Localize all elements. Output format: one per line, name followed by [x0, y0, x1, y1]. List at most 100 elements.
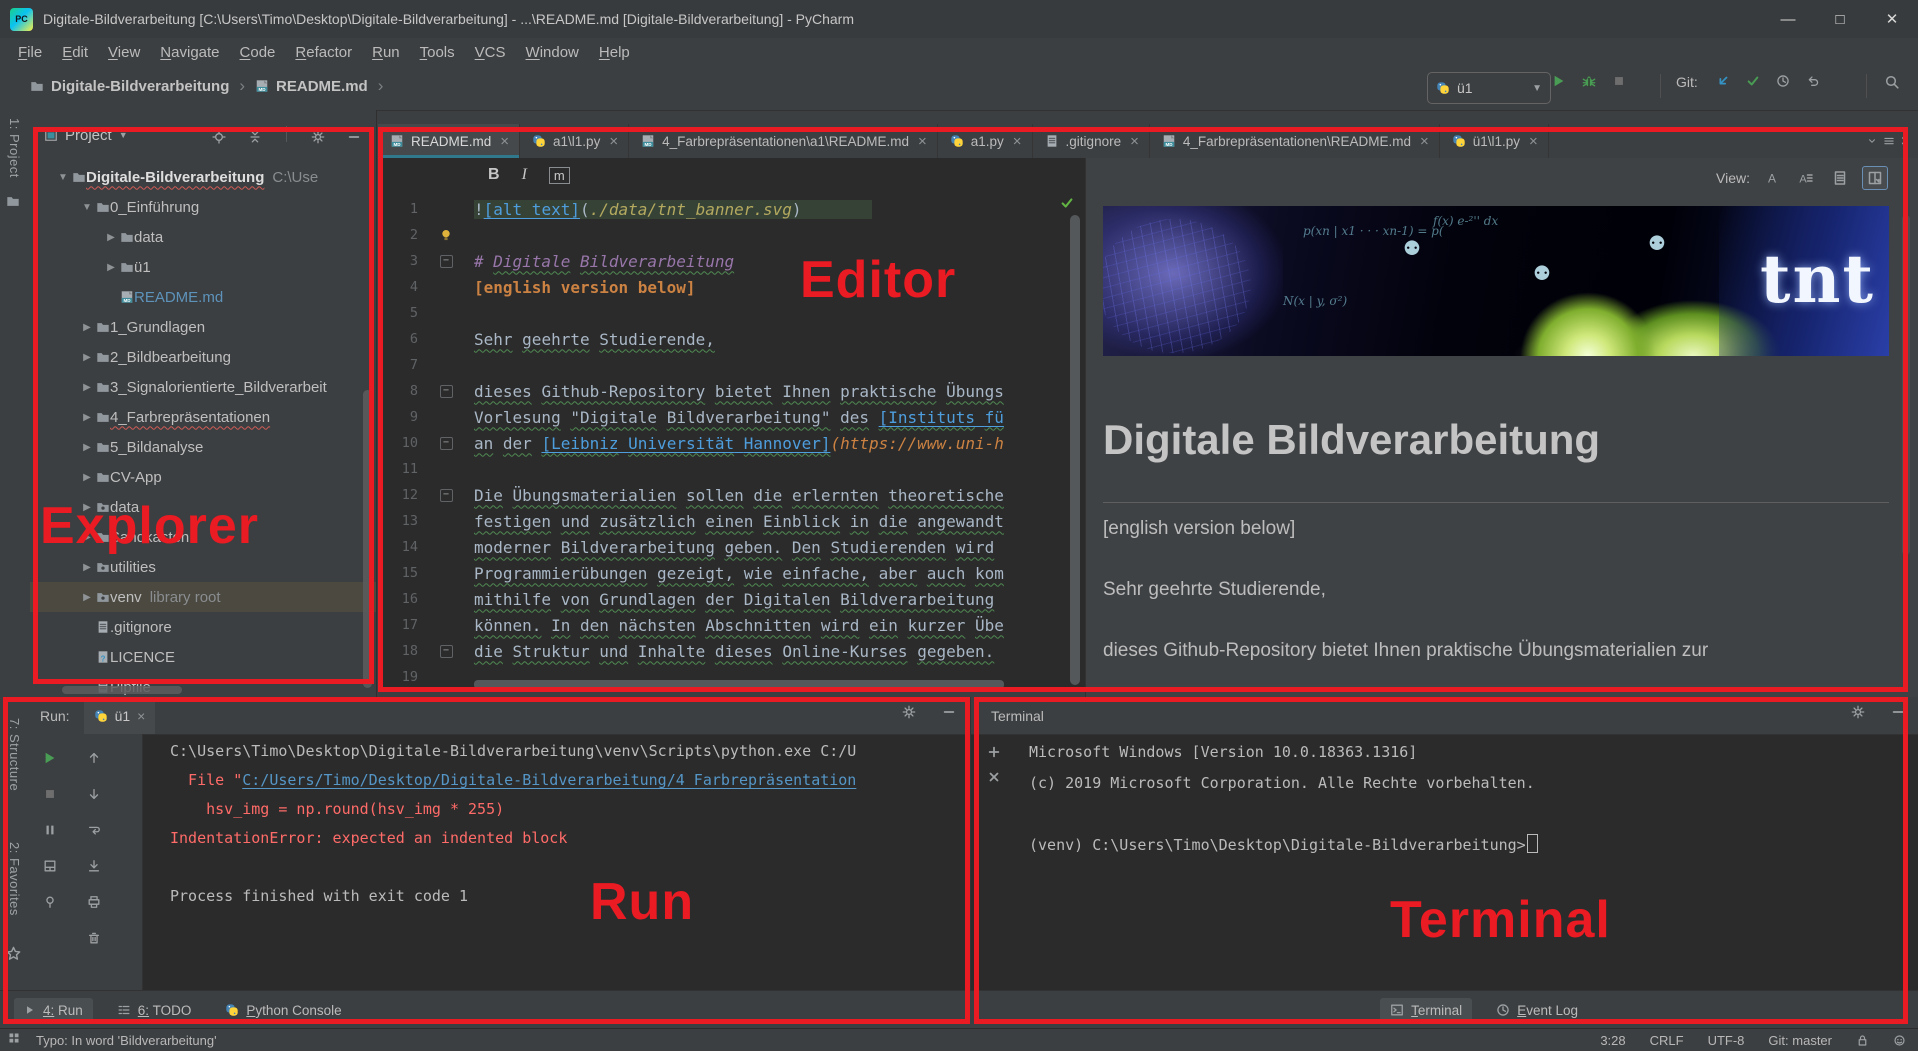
terminal-settings-icon[interactable] — [1851, 705, 1865, 719]
bold-button[interactable]: B — [488, 166, 500, 184]
editor-tab-readme-md[interactable]: MDREADME.md× — [378, 124, 520, 158]
editor-line[interactable]: 7 — [378, 352, 1085, 378]
clear-all-icon[interactable] — [87, 925, 101, 950]
git-commit-icon[interactable] — [1746, 74, 1760, 88]
terminal-output[interactable]: Microsoft Windows [Version 10.0.18363.13… — [1029, 737, 1538, 861]
editor-line[interactable]: 6Sehr geehrte Studierende, — [378, 326, 1085, 352]
editor-line[interactable]: 9Vorlesung "Digitale Bildverarbeitung" d… — [378, 404, 1085, 430]
tree-item-utilities[interactable]: ▶utilities — [30, 552, 376, 582]
close-tab-icon[interactable]: × — [918, 133, 927, 150]
tree-item-readme-md[interactable]: MDREADME.md — [30, 282, 376, 312]
stripe-button-favorites[interactable]: 2: Favorites — [7, 842, 22, 916]
run-button-icon[interactable] — [1552, 74, 1566, 88]
preview-scrollbar[interactable] — [1902, 215, 1910, 555]
editor-tab-4-farbrepr-sentationen-a1-readme-md[interactable]: MD4_Farbrepräsentationen\a1\README.md× — [629, 124, 938, 158]
close-tab-icon[interactable]: × — [1013, 133, 1022, 150]
scroll-to-end-icon[interactable] — [87, 853, 101, 878]
code-button[interactable]: m — [549, 167, 570, 184]
close-session-icon[interactable] — [987, 770, 1001, 784]
tree-item-1-grundlagen[interactable]: ▶1_Grundlagen — [30, 312, 376, 342]
menu-navigate[interactable]: Navigate — [150, 41, 229, 64]
stripe-button-structure[interactable]: 7: Structure — [7, 718, 22, 791]
down-stack-trace-icon[interactable] — [87, 781, 101, 806]
tool-window-button-event-log[interactable]: Event Log — [1486, 998, 1588, 1023]
lock-icon[interactable] — [1856, 1034, 1869, 1047]
editor-line[interactable]: 15Programmierübungen gezeigt, wie einfac… — [378, 560, 1085, 586]
fold-marker-icon[interactable]: − — [440, 489, 453, 502]
pause-output-icon[interactable] — [43, 817, 57, 842]
menu-view[interactable]: View — [98, 41, 150, 64]
run-settings-icon[interactable] — [902, 705, 916, 719]
rollback-icon[interactable] — [1806, 74, 1820, 88]
project-panel-title[interactable]: Project ▼ — [44, 127, 128, 144]
editor-line[interactable]: 10−an der [Leibniz Universität Hannover]… — [378, 430, 1085, 456]
editor-line[interactable]: 17können. In den nächsten Abschnitten wi… — [378, 612, 1085, 638]
editor-line[interactable]: 5 — [378, 300, 1085, 326]
show-editor-only-icon[interactable]: A — [1760, 167, 1784, 189]
fold-marker-icon[interactable]: − — [440, 645, 453, 658]
italic-button[interactable]: I — [522, 166, 527, 184]
expand-arrow-icon[interactable]: ▶ — [78, 352, 96, 363]
tree-item-5-bildanalyse[interactable]: ▶5_Bildanalyse — [30, 432, 376, 462]
editor-line[interactable]: 3−# Digitale Bildverarbeitung — [378, 248, 1085, 274]
hide-run-panel-icon[interactable] — [942, 705, 956, 719]
menu-edit[interactable]: Edit — [52, 41, 98, 64]
editor-tab-4-farbrepr-sentationen-readme-md[interactable]: MD4_Farbrepräsentationen\README.md× — [1150, 124, 1440, 158]
menu-window[interactable]: Window — [516, 41, 589, 64]
menu-refactor[interactable]: Refactor — [285, 41, 362, 64]
menu-tools[interactable]: Tools — [410, 41, 465, 64]
file-encoding[interactable]: UTF-8 — [1708, 1033, 1745, 1048]
tree-item-2-bildbearbeitung[interactable]: ▶2_Bildbearbeitung — [30, 342, 376, 372]
expand-arrow-icon[interactable]: ▶ — [78, 472, 96, 483]
expand-arrow-icon[interactable]: ▼ — [78, 202, 96, 213]
editor-line[interactable]: 11 — [378, 456, 1085, 482]
close-tab-icon[interactable]: × — [1130, 133, 1139, 150]
show-preview-only-icon[interactable] — [1828, 167, 1852, 189]
rerun-icon[interactable] — [43, 745, 57, 770]
editor-scrollbar-vertical[interactable] — [1070, 215, 1080, 685]
heisenbug-icon[interactable] — [1893, 1034, 1906, 1047]
close-tab-icon[interactable]: × — [609, 133, 618, 150]
editor-tab--gitignore[interactable]: .gitignore× — [1033, 124, 1150, 158]
run-configuration-selector[interactable]: ü1 ▼ — [1427, 72, 1551, 104]
editor-tab-a1-l1-py[interactable]: a1\l1.py× — [520, 124, 629, 158]
fold-marker-icon[interactable]: − — [440, 385, 453, 398]
editor-tab--1-l1-py[interactable]: ü1\l1.py× — [1440, 124, 1549, 158]
tree-item-sandkasten[interactable]: ▶Sandkasten — [30, 522, 376, 552]
restore-layout-icon[interactable] — [43, 853, 57, 878]
new-session-icon[interactable] — [987, 745, 1001, 759]
stop-button-icon[interactable] — [1612, 74, 1626, 88]
tree-item-4-farbrepr-sentationen[interactable]: ▶4_Farbrepräsentationen — [30, 402, 376, 432]
editor-line[interactable]: 12−Die Übungsmaterialien sollen die erle… — [378, 482, 1085, 508]
tree-item-3-signalorientierte-bildverarbeit[interactable]: ▶3_Signalorientierte_Bildverarbeit — [30, 372, 376, 402]
print-icon[interactable] — [87, 889, 101, 914]
intention-bulb-icon[interactable] — [439, 228, 453, 242]
tree-item-digitale-bildverarbeitung[interactable]: ▼Digitale-Bildverarbeitung C:\Use — [30, 162, 376, 192]
tree-item-0-einf-hrung[interactable]: ▼0_Einführung — [30, 192, 376, 222]
hide-panel-icon[interactable] — [347, 126, 361, 147]
project-scrollbar-horizontal[interactable] — [62, 686, 182, 694]
tabs-dropdown-icon[interactable] — [1867, 136, 1877, 146]
expand-arrow-icon[interactable]: ▶ — [78, 322, 96, 333]
menu-run[interactable]: Run — [362, 41, 410, 64]
tool-window-switcher-icon[interactable] — [8, 1032, 20, 1044]
breadcrumb-item[interactable]: Digitale-Bildverarbeitung — [30, 78, 229, 95]
editor-line[interactable]: 8−dieses Github-Repository bietet Ihnen … — [378, 378, 1085, 404]
tree-item--1[interactable]: ▶ü1 — [30, 252, 376, 282]
run-console-output[interactable]: C:\Users\Timo\Desktop\Digitale-Bildverar… — [170, 737, 856, 911]
tree-item-data[interactable]: ▶data — [30, 492, 376, 522]
expand-arrow-icon[interactable]: ▶ — [78, 562, 96, 573]
menu-file[interactable]: File — [8, 41, 52, 64]
editor-line[interactable]: 14moderner Bildverarbeitung geben. Den S… — [378, 534, 1085, 560]
menu-vcs[interactable]: VCS — [465, 41, 516, 64]
project-settings-icon[interactable] — [311, 126, 325, 147]
tree-item-venv[interactable]: ▶venv library root — [30, 582, 376, 612]
pin-icon[interactable] — [43, 889, 57, 914]
tree-item-licence[interactable]: ?LICENCE — [30, 642, 376, 672]
inspections-ok-icon[interactable] — [1060, 196, 1074, 210]
line-separator[interactable]: CRLF — [1650, 1033, 1684, 1048]
caret-position[interactable]: 3:28 — [1600, 1033, 1625, 1048]
editor-line[interactable]: 4[english version below] — [378, 274, 1085, 300]
up-stack-trace-icon[interactable] — [87, 745, 101, 770]
close-tab-icon[interactable]: × — [1529, 133, 1538, 150]
